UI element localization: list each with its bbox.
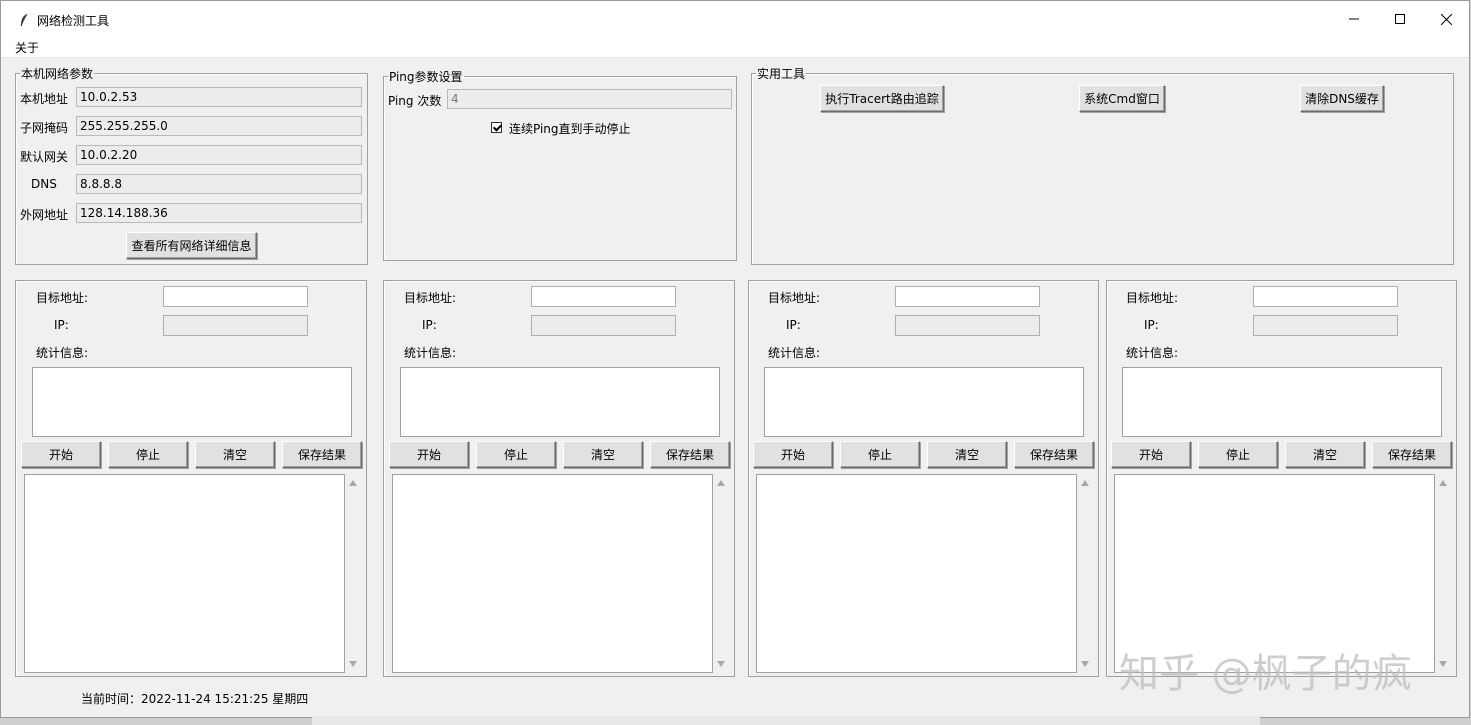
ip-label: IP: — [54, 318, 69, 332]
target-address-input[interactable] — [895, 286, 1040, 307]
title-bar: 网络检测工具 — [1, 1, 1469, 37]
public-address-field[interactable]: 128.14.188.36 — [76, 203, 362, 223]
target-address-label: 目标地址: — [36, 291, 89, 305]
continuous-ping-label: 连续Ping直到手动停止 — [509, 122, 631, 136]
clear-button[interactable]: 清空 — [563, 441, 643, 468]
output-textbox[interactable] — [24, 474, 345, 673]
target-address-label: 目标地址: — [1126, 291, 1179, 305]
scroll-up-icon[interactable] — [1081, 480, 1089, 486]
scroll-down-icon[interactable] — [717, 661, 725, 667]
tracert-button[interactable]: 执行Tracert路由追踪 — [820, 85, 944, 112]
ping-count-label: Ping 次数 — [388, 94, 442, 108]
ping-count-field[interactable]: 4 — [447, 89, 732, 109]
continuous-ping-checkbox[interactable] — [491, 122, 502, 133]
clear-button[interactable]: 清空 — [927, 441, 1007, 468]
subnet-mask-label: 子网掩码 — [20, 121, 69, 135]
target-address-input[interactable] — [163, 286, 308, 307]
local-address-label: 本机地址 — [20, 92, 69, 106]
taskbar-strip — [312, 716, 1260, 725]
target-address-label: 目标地址: — [768, 291, 821, 305]
output-scrollbar[interactable] — [1435, 474, 1451, 673]
stop-button[interactable]: 停止 — [1198, 441, 1278, 468]
start-button[interactable]: 开始 — [21, 441, 101, 468]
feather-icon — [20, 13, 28, 27]
minimize-button[interactable] — [1331, 1, 1377, 37]
ip-label: IP: — [1144, 318, 1159, 332]
save-results-button[interactable]: 保存结果 — [1372, 441, 1452, 468]
current-time-label: 当前时间：2022-11-24 15:21:25 星期四 — [81, 692, 309, 706]
public-address-label: 外网地址 — [20, 208, 69, 222]
scroll-up-icon[interactable] — [717, 480, 725, 486]
stats-label: 统计信息: — [36, 346, 89, 360]
clear-button[interactable]: 清空 — [195, 441, 275, 468]
stats-label: 统计信息: — [404, 346, 457, 360]
ip-label: IP: — [786, 318, 801, 332]
scroll-up-icon[interactable] — [1439, 480, 1447, 486]
scroll-up-icon[interactable] — [349, 480, 357, 486]
window-title: 网络检测工具 — [37, 14, 110, 28]
clear-button[interactable]: 清空 — [1285, 441, 1365, 468]
scroll-down-icon[interactable] — [1439, 661, 1447, 667]
ip-field — [163, 315, 308, 336]
save-results-button[interactable]: 保存结果 — [650, 441, 730, 468]
output-scrollbar[interactable] — [1077, 474, 1093, 673]
minimize-icon — [1349, 18, 1359, 20]
app-window: 网络检测工具 关于 本机网络参数 本机地址 10.0.2.53 子网掩码 255… — [0, 0, 1470, 718]
output-textbox[interactable] — [392, 474, 713, 673]
ip-field — [531, 315, 676, 336]
tools-legend: 实用工具 — [757, 67, 806, 81]
gateway-field[interactable]: 10.0.2.20 — [76, 145, 362, 165]
stats-textbox[interactable] — [764, 367, 1084, 437]
cmd-window-button[interactable]: 系统Cmd窗口 — [1079, 85, 1165, 112]
stats-textbox[interactable] — [1122, 367, 1442, 437]
close-button[interactable] — [1423, 1, 1469, 37]
ping-settings-legend: Ping参数设置 — [389, 70, 463, 84]
target-address-input[interactable] — [1253, 286, 1398, 307]
stop-button[interactable]: 停止 — [840, 441, 920, 468]
target-address-input[interactable] — [531, 286, 676, 307]
stats-label: 统计信息: — [768, 346, 821, 360]
start-button[interactable]: 开始 — [389, 441, 469, 468]
scroll-down-icon[interactable] — [1081, 661, 1089, 667]
local-network-legend: 本机网络参数 — [21, 67, 94, 81]
close-icon — [1440, 13, 1452, 25]
stats-textbox[interactable] — [400, 367, 720, 437]
ip-label: IP: — [422, 318, 437, 332]
menu-bar: 关于 — [1, 37, 1469, 58]
local-address-field[interactable]: 10.0.2.53 — [76, 87, 362, 107]
start-button[interactable]: 开始 — [753, 441, 833, 468]
save-results-button[interactable]: 保存结果 — [1014, 441, 1094, 468]
output-textbox[interactable] — [756, 474, 1077, 673]
gateway-label: 默认网关 — [20, 150, 69, 164]
flush-dns-button[interactable]: 清除DNS缓存 — [1300, 85, 1384, 112]
watermark: 知乎 @枫子的疯 — [1119, 651, 1412, 697]
maximize-icon — [1395, 14, 1405, 24]
stop-button[interactable]: 停止 — [108, 441, 188, 468]
stats-textbox[interactable] — [32, 367, 352, 437]
stats-label: 统计信息: — [1126, 346, 1179, 360]
view-details-button[interactable]: 查看所有网络详细信息 — [126, 232, 257, 259]
ip-field — [895, 315, 1040, 336]
save-results-button[interactable]: 保存结果 — [282, 441, 362, 468]
dns-label: DNS — [31, 177, 57, 191]
stop-button[interactable]: 停止 — [476, 441, 556, 468]
ip-field — [1253, 315, 1398, 336]
start-button[interactable]: 开始 — [1111, 441, 1191, 468]
subnet-mask-field[interactable]: 255.255.255.0 — [76, 116, 362, 136]
maximize-button[interactable] — [1377, 1, 1423, 37]
scroll-down-icon[interactable] — [349, 661, 357, 667]
output-scrollbar[interactable] — [713, 474, 729, 673]
output-scrollbar[interactable] — [345, 474, 361, 673]
menu-about[interactable]: 关于 — [15, 39, 39, 56]
dns-field[interactable]: 8.8.8.8 — [76, 174, 362, 194]
target-address-label: 目标地址: — [404, 291, 457, 305]
